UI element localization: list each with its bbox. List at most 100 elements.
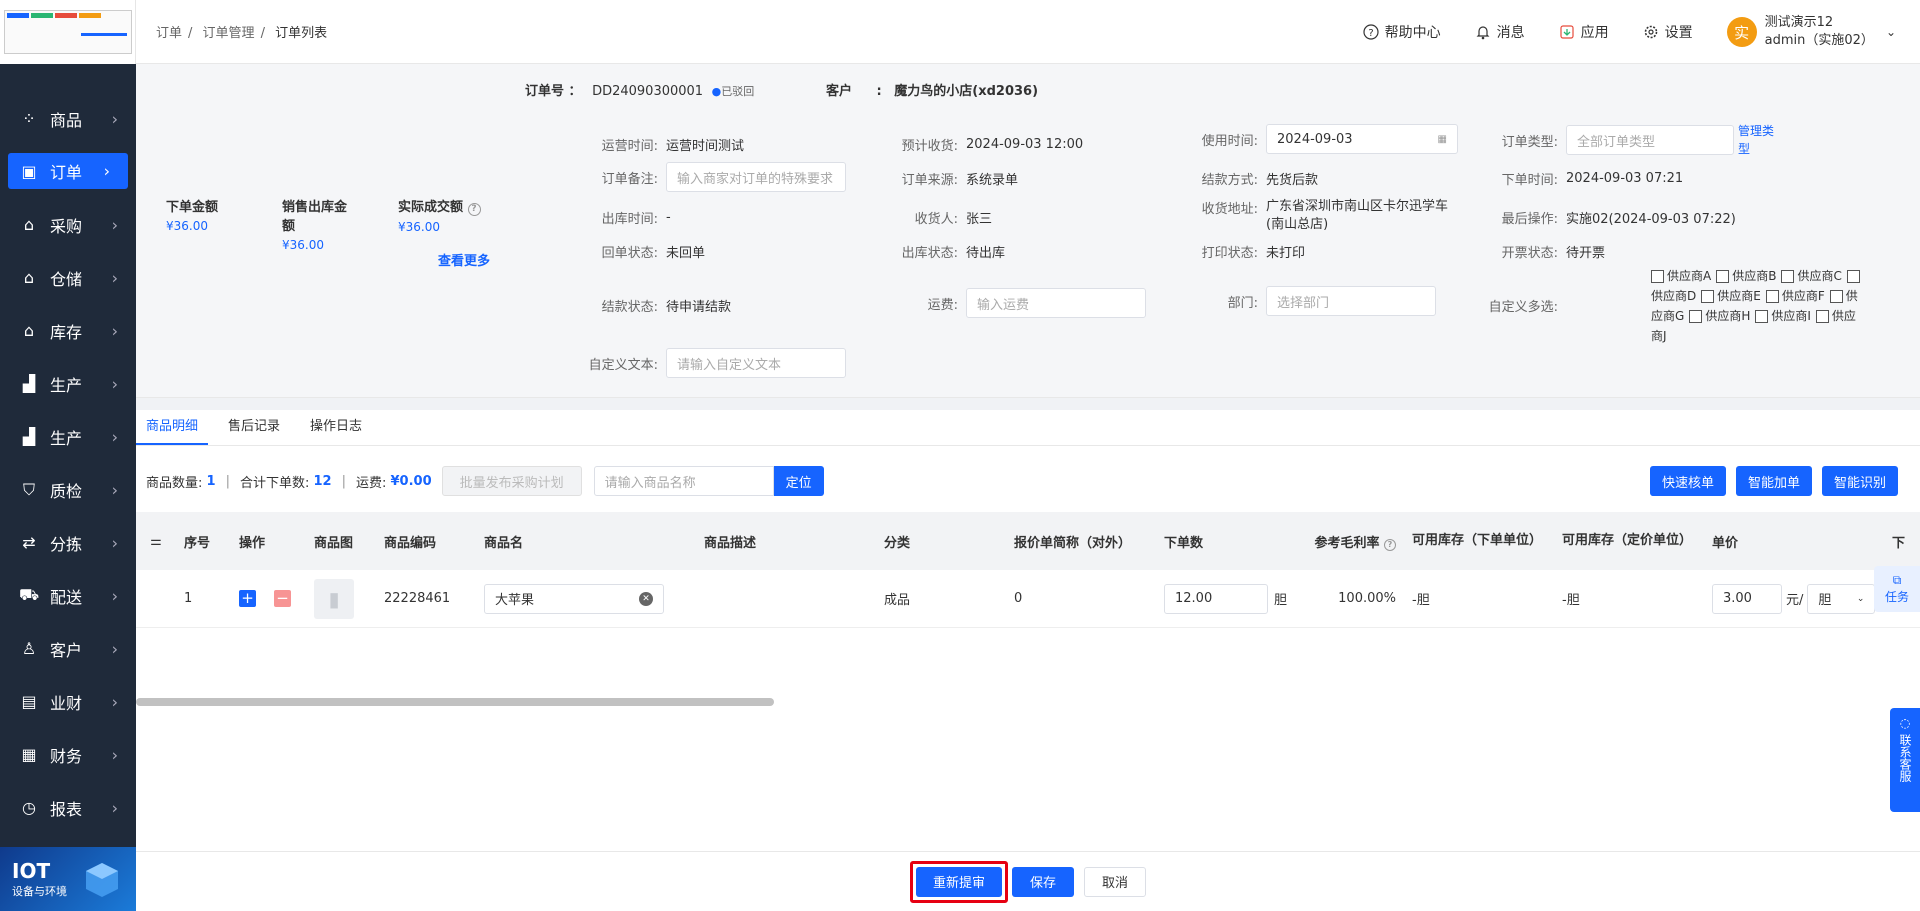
messages-button[interactable]: 消息	[1475, 22, 1525, 42]
table-header: ⚌ 序号 操作 商品图 商品编码 商品名 商品描述 分类 报价单简称（对外） 下…	[136, 512, 1920, 570]
amount-summary: 下单金额 ¥36.00 销售出库金额 ¥36.00 实际成交额 ? ¥36.00	[166, 196, 521, 252]
sidebar-item-label: 报表	[50, 799, 83, 819]
breadcrumb-item[interactable]: 订单管理	[203, 26, 255, 41]
sidebar-item-label: 质检	[50, 481, 83, 501]
supplier-checkbox[interactable]: 供应商F	[1765, 289, 1825, 303]
customer-service-button[interactable]: ◌ 联系客服	[1890, 708, 1920, 812]
unit-price-input[interactable]: 3.00	[1712, 583, 1782, 614]
messages-label: 消息	[1496, 25, 1525, 41]
logo[interactable]	[0, 0, 136, 64]
horizontal-scrollbar[interactable]	[136, 698, 774, 706]
supplier-checkbox[interactable]: 供应商A	[1651, 269, 1711, 283]
freight-input[interactable]: 输入运费	[966, 288, 1146, 318]
product-code: 22228461	[384, 591, 451, 606]
logo-thumbnail	[4, 10, 132, 54]
order-qty-input[interactable]: 12.00	[1164, 583, 1268, 614]
total-label: 合计下单数:	[239, 475, 310, 491]
sidebar-item[interactable]: ▟ 生产 ›	[0, 410, 136, 463]
chevron-right-icon: ›	[111, 692, 118, 711]
field-label: 出库时间:	[601, 212, 658, 227]
help-icon[interactable]: ?	[467, 203, 481, 216]
sidebar-item[interactable]: ▦ 财务 ›	[0, 728, 136, 781]
remove-row-icon[interactable]: −	[274, 590, 291, 607]
remark-input[interactable]: 输入商家对订单的特殊要求	[666, 162, 846, 192]
custom-text-input[interactable]: 请输入自定义文本	[666, 348, 846, 378]
sidebar-item[interactable]: ⛟ 配送 ›	[0, 569, 136, 622]
department-select[interactable]: 选择部门	[1266, 286, 1436, 316]
supplier-checkbox[interactable]: 供应商C	[1781, 269, 1842, 283]
sidebar-item[interactable]: ⇄ 分拣 ›	[0, 516, 136, 569]
iot-panel[interactable]: IOT 设备与环境	[0, 847, 136, 911]
sidebar-item[interactable]: ◷ 报表 ›	[0, 781, 136, 834]
field-label: 打印状态:	[1201, 246, 1258, 261]
help-icon: ?	[1384, 538, 1396, 551]
product-toolbar: 商品数量: 1 | 合计下单数: 12 | 运费: ¥0.00 批量发布采购计划…	[146, 466, 824, 496]
tab-aftersale[interactable]: 售后记录	[218, 409, 290, 445]
help-center-button[interactable]: ? 帮助中心	[1363, 22, 1441, 42]
field-label: 结款方式:	[1201, 172, 1258, 188]
smart-recognize-button[interactable]: 智能识别	[1821, 466, 1898, 496]
column-header: 报价单简称（对外）	[1014, 535, 1132, 551]
supplier-label: 供应商H	[1705, 309, 1751, 323]
settings-button[interactable]: 设置	[1643, 22, 1693, 42]
price-unit: 元/	[1786, 593, 1804, 608]
supplier-checkbox[interactable]: 供应商E	[1701, 289, 1761, 303]
sidebar-item[interactable]: ⌂ 库存 ›	[0, 304, 136, 357]
product-image-placeholder[interactable]: ▮	[314, 578, 354, 619]
order-type-select[interactable]: 全部订单类型	[1566, 125, 1734, 155]
warehouse-icon: ⌂	[23, 268, 35, 287]
manage-type-link[interactable]: 管理类型	[1738, 122, 1774, 158]
column-settings-icon[interactable]: ⚌	[136, 534, 176, 549]
clear-icon[interactable]: ✕	[639, 591, 653, 606]
cancel-button[interactable]: 取消	[1084, 866, 1146, 897]
supplier-checkbox[interactable]: 供应商I	[1755, 309, 1811, 323]
supplier-checkbox[interactable]: 供应商H	[1689, 309, 1750, 323]
sidebar-item[interactable]: ⛉ 质检 ›	[0, 463, 136, 516]
quick-check-button[interactable]: 快速核单	[1649, 466, 1726, 496]
sidebar-item[interactable]: ⁘ 商品 ›	[0, 92, 136, 145]
field-label: 订单类型:	[1501, 134, 1558, 150]
smart-add-button[interactable]: 智能加单	[1735, 466, 1812, 496]
field-label: 预计收货:	[901, 138, 958, 154]
est-recv-value: 2024-09-03 12:00	[966, 136, 1084, 152]
field-label: 自定义文本:	[588, 357, 658, 373]
user-menu[interactable]: 实 测试演示12 admin（实施02） ⌄	[1726, 14, 1896, 50]
locate-button[interactable]: 定位	[773, 466, 824, 496]
tab-product-detail[interactable]: 商品明细	[136, 409, 209, 445]
sidebar-item[interactable]: ▣ 订单 ›	[8, 153, 128, 189]
apps-button[interactable]: 应用	[1559, 22, 1609, 42]
add-row-icon[interactable]: +	[239, 590, 256, 607]
tab-operation-log[interactable]: 操作日志	[300, 409, 372, 445]
customer-label: 客户	[826, 84, 853, 99]
supplier-checkbox[interactable]: 供应商B	[1716, 269, 1776, 283]
column-header: 单价	[1712, 535, 1739, 551]
address-value: 广东省深圳市南山区卡尔迅学车(南山总店)	[1266, 199, 1449, 232]
field-label: 最后操作:	[1501, 212, 1558, 227]
last-op-value: 实施02(2024-09-03 07:22)	[1566, 212, 1736, 227]
sidebar-item[interactable]: ⌂ 仓储 ›	[0, 251, 136, 304]
breadcrumb-item[interactable]: 订单	[156, 26, 182, 41]
customer-name: 魔力鸟的小店(xd2036)	[894, 84, 1039, 99]
view-more-link[interactable]: 查看更多	[438, 250, 490, 269]
source-value: 系统录单	[966, 172, 1019, 188]
sidebar-item[interactable]: ♙ 客户 ›	[0, 622, 136, 675]
task-float-button[interactable]: ⧉ 任务	[1874, 566, 1920, 612]
field-label: 开票状态:	[1501, 246, 1558, 261]
save-button[interactable]: 保存	[1012, 866, 1074, 897]
use-time-picker[interactable]: 2024-09-03 ▦	[1266, 124, 1458, 154]
batch-purchase-button[interactable]: 批量发布采购计划	[441, 466, 582, 496]
product-search-input[interactable]: 请输入商品名称	[593, 466, 774, 496]
chevron-right-icon: ›	[111, 480, 118, 499]
order-no: DD24090300001	[592, 84, 704, 99]
receiver-value: 张三	[966, 212, 993, 227]
unit-select[interactable]: 胆 ⌄	[1807, 583, 1876, 614]
help-icon: ?	[1363, 24, 1379, 40]
product-name-input[interactable]: 大苹果 ✕	[484, 583, 664, 614]
amount-value: ¥36.00	[282, 238, 324, 252]
category: 成品	[884, 593, 911, 608]
settings-label: 设置	[1664, 25, 1693, 41]
resubmit-button[interactable]: 重新提审	[916, 866, 1002, 897]
sidebar-item[interactable]: ⌂ 采购 ›	[0, 198, 136, 251]
sidebar-item[interactable]: ▟ 生产 ›	[0, 357, 136, 410]
sidebar-item[interactable]: ▤ 业财 ›	[0, 675, 136, 728]
